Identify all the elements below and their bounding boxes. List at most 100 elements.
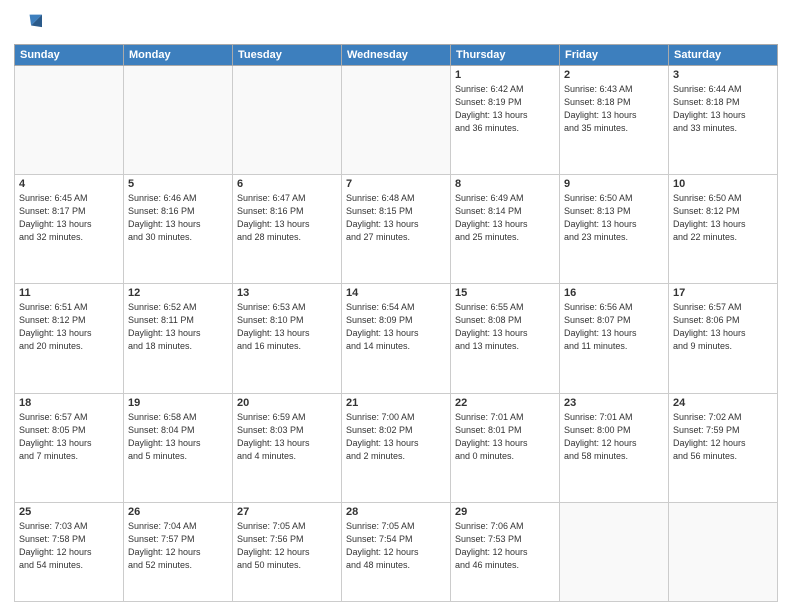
day-number: 29 (455, 506, 555, 518)
day-info: Sunrise: 7:01 AM Sunset: 8:01 PM Dayligh… (455, 411, 555, 463)
day-info: Sunrise: 6:45 AM Sunset: 8:17 PM Dayligh… (19, 192, 119, 244)
day-number: 2 (564, 69, 664, 81)
day-info: Sunrise: 6:47 AM Sunset: 8:16 PM Dayligh… (237, 192, 337, 244)
day-number: 28 (346, 506, 446, 518)
day-info: Sunrise: 6:43 AM Sunset: 8:18 PM Dayligh… (564, 83, 664, 135)
calendar-weekday-wednesday: Wednesday (342, 45, 451, 66)
day-info: Sunrise: 6:44 AM Sunset: 8:18 PM Dayligh… (673, 83, 773, 135)
calendar-cell: 28Sunrise: 7:05 AM Sunset: 7:54 PM Dayli… (342, 502, 451, 601)
day-info: Sunrise: 6:58 AM Sunset: 8:04 PM Dayligh… (128, 411, 228, 463)
day-info: Sunrise: 6:59 AM Sunset: 8:03 PM Dayligh… (237, 411, 337, 463)
calendar-cell: 26 Sunrise: 7:04 AM Sunset: 7:57 PM Dayli… (124, 502, 233, 601)
calendar-cell: 20Sunrise: 6:59 AM Sunset: 8:03 PM Dayli… (233, 393, 342, 502)
day-number: 18 (19, 397, 119, 409)
day-info: Sunrise: 7:06 AM Sunset: 7:53 PM Dayligh… (455, 520, 555, 572)
calendar-weekday-friday: Friday (560, 45, 669, 66)
day-number: 25 (19, 506, 119, 518)
day-number: 1 (455, 69, 555, 81)
calendar-cell (560, 502, 669, 601)
logo-icon (14, 10, 42, 38)
calendar-cell: 11 Sunrise: 6:51 AM Sunset: 8:12 PM Dayli… (15, 284, 124, 393)
calendar-cell: 24 Sunrise: 7:02 AM Sunset: 7:59 PM Dayli… (669, 393, 778, 502)
calendar-cell: 14 Sunrise: 6:54 AM Sunset: 8:09 PM Dayli… (342, 284, 451, 393)
logo (14, 10, 44, 38)
calendar-cell: 21 Sunrise: 7:00 AM Sunset: 8:02 PM Dayli… (342, 393, 451, 502)
calendar-cell: 10 Sunrise: 6:50 AM Sunset: 8:12 PM Dayli… (669, 175, 778, 284)
header (14, 10, 778, 38)
day-number: 10 (673, 178, 773, 190)
calendar-cell: 27Sunrise: 7:05 AM Sunset: 7:56 PM Dayli… (233, 502, 342, 601)
day-info: Sunrise: 7:00 AM Sunset: 8:02 PM Dayligh… (346, 411, 446, 463)
day-number: 11 (19, 287, 119, 299)
day-number: 5 (128, 178, 228, 190)
day-number: 21 (346, 397, 446, 409)
calendar-cell: 19 Sunrise: 6:58 AM Sunset: 8:04 PM Dayli… (124, 393, 233, 502)
day-info: Sunrise: 6:42 AM Sunset: 8:19 PM Dayligh… (455, 83, 555, 135)
page: SundayMondayTuesdayWednesdayThursdayFrid… (0, 0, 792, 612)
calendar-weekday-monday: Monday (124, 45, 233, 66)
day-info: Sunrise: 7:02 AM Sunset: 7:59 PM Dayligh… (673, 411, 773, 463)
day-info: Sunrise: 6:51 AM Sunset: 8:12 PM Dayligh… (19, 301, 119, 353)
day-number: 27 (237, 506, 337, 518)
day-number: 14 (346, 287, 446, 299)
day-number: 17 (673, 287, 773, 299)
calendar-cell: 25 Sunrise: 7:03 AM Sunset: 7:58 PM Dayli… (15, 502, 124, 601)
calendar-cell: 2 Sunrise: 6:43 AM Sunset: 8:18 PM Daylig… (560, 66, 669, 175)
day-number: 13 (237, 287, 337, 299)
calendar-row-3: 18 Sunrise: 6:57 AM Sunset: 8:05 PM Dayli… (15, 393, 778, 502)
calendar-cell (669, 502, 778, 601)
calendar-cell: 16 Sunrise: 6:56 AM Sunset: 8:07 PM Dayli… (560, 284, 669, 393)
day-info: Sunrise: 7:01 AM Sunset: 8:00 PM Dayligh… (564, 411, 664, 463)
calendar-cell: 29 Sunrise: 7:06 AM Sunset: 7:53 PM Dayli… (451, 502, 560, 601)
calendar-cell: 4 Sunrise: 6:45 AM Sunset: 8:17 PM Daylig… (15, 175, 124, 284)
day-info: Sunrise: 6:56 AM Sunset: 8:07 PM Dayligh… (564, 301, 664, 353)
calendar-row-2: 11 Sunrise: 6:51 AM Sunset: 8:12 PM Dayli… (15, 284, 778, 393)
day-number: 3 (673, 69, 773, 81)
calendar-cell: 7 Sunrise: 6:48 AM Sunset: 8:15 PM Daylig… (342, 175, 451, 284)
day-info: Sunrise: 6:48 AM Sunset: 8:15 PM Dayligh… (346, 192, 446, 244)
calendar-cell: 5 Sunrise: 6:46 AM Sunset: 8:16 PM Daylig… (124, 175, 233, 284)
day-info: Sunrise: 7:03 AM Sunset: 7:58 PM Dayligh… (19, 520, 119, 572)
day-number: 24 (673, 397, 773, 409)
calendar-cell: 6 Sunrise: 6:47 AM Sunset: 8:16 PM Daylig… (233, 175, 342, 284)
day-info: Sunrise: 6:50 AM Sunset: 8:12 PM Dayligh… (673, 192, 773, 244)
calendar-cell: 13 Sunrise: 6:53 AM Sunset: 8:10 PM Dayli… (233, 284, 342, 393)
calendar-row-1: 4 Sunrise: 6:45 AM Sunset: 8:17 PM Daylig… (15, 175, 778, 284)
day-info: Sunrise: 6:49 AM Sunset: 8:14 PM Dayligh… (455, 192, 555, 244)
day-info: Sunrise: 6:46 AM Sunset: 8:16 PM Dayligh… (128, 192, 228, 244)
day-number: 19 (128, 397, 228, 409)
day-info: Sunrise: 6:54 AM Sunset: 8:09 PM Dayligh… (346, 301, 446, 353)
calendar-cell: 23 Sunrise: 7:01 AM Sunset: 8:00 PM Dayli… (560, 393, 669, 502)
calendar-row-0: 1 Sunrise: 6:42 AM Sunset: 8:19 PM Daylig… (15, 66, 778, 175)
day-number: 8 (455, 178, 555, 190)
calendar-weekday-tuesday: Tuesday (233, 45, 342, 66)
calendar-weekday-saturday: Saturday (669, 45, 778, 66)
day-number: 15 (455, 287, 555, 299)
calendar-cell: 22 Sunrise: 7:01 AM Sunset: 8:01 PM Dayli… (451, 393, 560, 502)
calendar-cell (15, 66, 124, 175)
calendar-row-4: 25 Sunrise: 7:03 AM Sunset: 7:58 PM Dayli… (15, 502, 778, 601)
calendar-cell: 1 Sunrise: 6:42 AM Sunset: 8:19 PM Daylig… (451, 66, 560, 175)
day-number: 22 (455, 397, 555, 409)
calendar-cell (233, 66, 342, 175)
day-info: Sunrise: 7:04 AM Sunset: 7:57 PM Dayligh… (128, 520, 228, 572)
day-number: 23 (564, 397, 664, 409)
day-info: Sunrise: 6:57 AM Sunset: 8:05 PM Dayligh… (19, 411, 119, 463)
calendar-cell: 9Sunrise: 6:50 AM Sunset: 8:13 PM Daylig… (560, 175, 669, 284)
day-number: 6 (237, 178, 337, 190)
calendar-cell: 15 Sunrise: 6:55 AM Sunset: 8:08 PM Dayli… (451, 284, 560, 393)
calendar-cell (342, 66, 451, 175)
calendar-weekday-sunday: Sunday (15, 45, 124, 66)
calendar-cell: 12Sunrise: 6:52 AM Sunset: 8:11 PM Dayli… (124, 284, 233, 393)
calendar-header-row: SundayMondayTuesdayWednesdayThursdayFrid… (15, 45, 778, 66)
day-info: Sunrise: 6:53 AM Sunset: 8:10 PM Dayligh… (237, 301, 337, 353)
calendar-weekday-thursday: Thursday (451, 45, 560, 66)
calendar-cell: 18 Sunrise: 6:57 AM Sunset: 8:05 PM Dayli… (15, 393, 124, 502)
day-number: 4 (19, 178, 119, 190)
day-info: Sunrise: 6:50 AM Sunset: 8:13 PM Dayligh… (564, 192, 664, 244)
day-number: 7 (346, 178, 446, 190)
day-number: 16 (564, 287, 664, 299)
day-number: 12 (128, 287, 228, 299)
day-info: Sunrise: 6:55 AM Sunset: 8:08 PM Dayligh… (455, 301, 555, 353)
day-number: 26 (128, 506, 228, 518)
